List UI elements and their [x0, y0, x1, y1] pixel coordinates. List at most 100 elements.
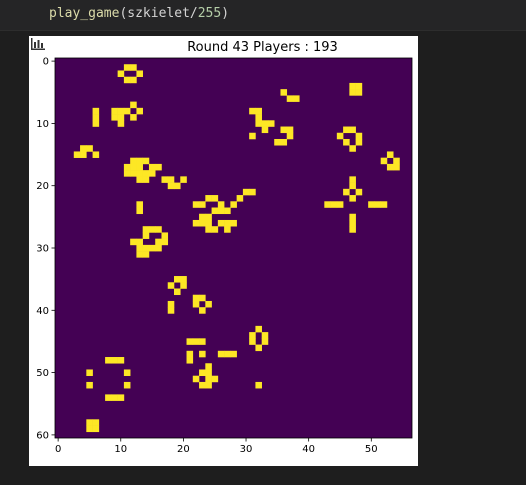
heatmap-cell [249, 107, 256, 115]
x-tick-label: 50 [365, 444, 378, 455]
heatmap-cell [211, 375, 219, 383]
heatmap-cell [136, 157, 143, 165]
heatmap-cell [280, 138, 288, 146]
heatmap-cell [286, 95, 294, 102]
heatmap-background [55, 58, 412, 438]
code-line[interactable]: play_game(szkielet/255) [49, 6, 229, 21]
heatmap-cell [230, 350, 237, 358]
heatmap-cell [324, 201, 331, 208]
heatmap-cell [343, 126, 350, 134]
x-tick-label: 10 [114, 444, 127, 455]
heatmap-cell [217, 201, 225, 208]
heatmap-cell [217, 219, 225, 227]
heatmap-cell [167, 182, 175, 190]
heatmap-cell [336, 201, 344, 208]
heatmap-cell [192, 338, 200, 345]
heatmap-cell [349, 89, 356, 96]
heatmap-cell [180, 276, 187, 283]
function-name: play_game [49, 6, 120, 21]
heatmap-cell [255, 344, 262, 352]
heatmap-cell [142, 157, 150, 165]
heatmap-cell [355, 82, 363, 90]
y-tick-label: 0 [43, 57, 49, 68]
heatmap-cell [155, 238, 162, 246]
heatmap-cell [199, 307, 206, 314]
heatmap-cell [267, 120, 275, 127]
heatmap-cell [293, 95, 300, 102]
heatmap-cell [123, 107, 131, 115]
y-tick-label: 20 [36, 181, 49, 192]
heatmap-cell [123, 170, 131, 177]
heatmap-cell [92, 419, 100, 426]
y-tick-label: 40 [36, 306, 49, 317]
heatmap-cell [130, 157, 137, 165]
heatmap-cell [186, 357, 194, 364]
heatmap-cell [192, 375, 200, 383]
heatmap-cell [374, 201, 381, 208]
heatmap-cell [117, 107, 125, 115]
heatmap-plot: 0 10 20 30 40 50 0 10 20 30 40 50 60 [36, 57, 413, 455]
heatmap-cell [105, 394, 112, 401]
heatmap-cell [199, 201, 206, 208]
heatmap-cell [386, 151, 394, 158]
heatmap-cell [255, 325, 262, 333]
heatmap-cell [217, 350, 225, 358]
heatmap-cell [336, 132, 344, 140]
heatmap-cell [80, 151, 87, 158]
heatmap-cell [117, 120, 125, 127]
heatmap-cell [117, 70, 125, 77]
heatmap-cell [380, 201, 388, 208]
output-area: Round 43 Players : 193 0 10 20 30 40 50 0 10 20 3… [29, 36, 418, 466]
heatmap-cell [123, 64, 131, 71]
heatmap-cell [261, 338, 269, 345]
heatmap-cell [174, 182, 181, 190]
heatmap-cell [86, 369, 93, 377]
heatmap-cell [224, 350, 231, 358]
heatmap-cell [130, 163, 137, 171]
heatmap-cell [211, 226, 219, 233]
heatmap-cell [393, 157, 400, 165]
heatmap-cell [249, 132, 256, 140]
y-tick-label: 50 [36, 368, 49, 379]
y-tick-label: 10 [36, 119, 49, 130]
heatmap-cell [211, 207, 219, 215]
heatmap-cell [224, 219, 231, 227]
heatmap-cell [86, 145, 93, 152]
heatmap-cell [105, 357, 112, 364]
heatmap-cell [205, 300, 212, 308]
divisor-number: 255 [197, 6, 222, 21]
x-tick-label: 20 [177, 444, 190, 455]
heatmap-cell [117, 394, 125, 401]
heatmap-cell [80, 145, 87, 152]
heatmap-cell [92, 114, 100, 121]
heatmap-cell [199, 381, 206, 389]
heatmap-cell [136, 70, 143, 77]
heatmap-cell [261, 120, 269, 127]
heatmap-cell [261, 332, 269, 339]
heatmap-cell [123, 76, 131, 84]
heatmap-cell [192, 201, 200, 208]
heatmap-cell [343, 188, 350, 196]
heatmap-cell [230, 219, 237, 227]
heatmap-cell [136, 238, 143, 246]
heatmap-cell [167, 282, 175, 289]
heatmap-cell [224, 207, 231, 215]
heatmap-cell [211, 195, 219, 202]
heatmap-cell [73, 151, 81, 158]
heatmap-cell [261, 126, 269, 134]
heatmap-cell [349, 82, 356, 90]
heatmap-cell [142, 244, 150, 252]
code-cell[interactable]: play_game(szkielet/255) [0, 0, 526, 31]
y-tick-label: 60 [36, 430, 49, 441]
heatmap-cell [343, 138, 350, 146]
heatmap-cell [130, 238, 137, 246]
heatmap-cell [142, 176, 150, 183]
heatmap-cell [205, 375, 212, 383]
heatmap-cell [130, 170, 137, 177]
heatmap-cell [142, 232, 150, 239]
heatmap-cell [349, 213, 356, 221]
heatmap-cell [349, 226, 356, 233]
heatmap-cell [199, 338, 206, 345]
x-tick-label: 40 [302, 444, 315, 455]
heatmap-cell [174, 288, 181, 296]
